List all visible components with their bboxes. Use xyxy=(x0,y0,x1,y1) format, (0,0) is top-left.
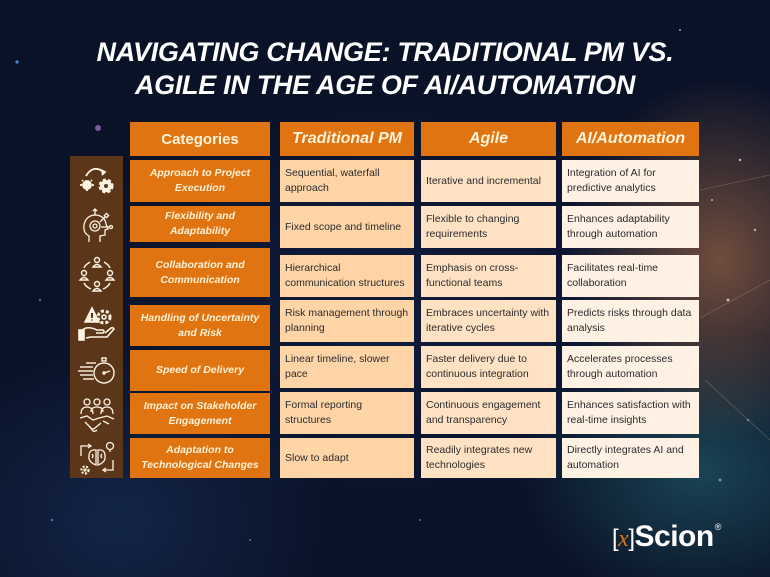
traditional-cell: Formal reporting structures xyxy=(280,392,414,434)
traditional-cell: Hierarchical communication structures xyxy=(280,255,414,297)
agile-cell: Embraces uncertainty with iterative cycl… xyxy=(421,300,556,342)
traditional-cell: Fixed scope and timeline xyxy=(280,206,414,248)
icon-panel xyxy=(70,156,123,478)
agile-cell: Readily integrates new technologies xyxy=(421,438,556,478)
risk-hand-icon xyxy=(70,302,123,346)
brain-cycle-icon xyxy=(70,438,123,478)
traditional-cell: Risk management through planning xyxy=(280,300,414,342)
category-cell: Flexibility and Adaptability xyxy=(130,206,270,242)
ai-cell: Enhances satisfaction with real-time ins… xyxy=(562,392,699,434)
title-line-2: AGILE IN THE AGE OF AI/AUTOMATION xyxy=(134,70,636,100)
idea-to-gear-icon xyxy=(70,158,123,202)
ai-cell: Accelerates processes through automation xyxy=(562,346,699,388)
header-traditional-pm: Traditional PM xyxy=(280,122,414,156)
xscion-logo: [ x ] Scion ® xyxy=(612,520,721,554)
stopwatch-speed-icon xyxy=(70,348,123,392)
category-cell: Adaptation to Technological Changes xyxy=(130,438,270,478)
ai-cell: Integration of AI for predictive analyti… xyxy=(562,160,699,202)
ai-cell: Directly integrates AI and automation xyxy=(562,438,699,478)
category-cell: Collaboration and Communication xyxy=(130,248,270,297)
category-cell: Speed of Delivery xyxy=(130,350,270,391)
header-agile: Agile xyxy=(421,122,556,156)
traditional-cell: Linear timeline, slower pace xyxy=(280,346,414,388)
head-gear-icon xyxy=(70,204,123,248)
page-title: NAVIGATING CHANGE: TRADITIONAL PM VS. AG… xyxy=(0,36,770,102)
header-categories: Categories xyxy=(130,122,270,156)
category-cell: Handling of Uncertainty and Risk xyxy=(130,305,270,346)
ai-cell: Predicts risks through data analysis xyxy=(562,300,699,342)
traditional-cell: Slow to adapt xyxy=(280,438,414,478)
handshake-people-icon xyxy=(70,394,123,438)
traditional-cell: Sequential, waterfall approach xyxy=(280,160,414,202)
agile-cell: Continuous engagement and transparency xyxy=(421,392,556,434)
category-cell: Approach to Project Execution xyxy=(130,160,270,202)
agile-cell: Emphasis on cross-functional teams xyxy=(421,255,556,297)
ai-cell: Facilitates real-time collaboration xyxy=(562,255,699,297)
title-line-1: NAVIGATING CHANGE: TRADITIONAL PM VS. xyxy=(96,37,674,67)
logo-name: Scion xyxy=(634,520,715,553)
agile-cell: Faster delivery due to continuous integr… xyxy=(421,346,556,388)
category-cell: Impact on Stakeholder Engagement xyxy=(130,393,270,434)
ai-cell: Enhances adaptability through automation xyxy=(562,206,699,248)
team-circle-icon xyxy=(70,250,123,298)
agile-cell: Flexible to changing requirements xyxy=(421,206,556,248)
agile-cell: Iterative and incremental xyxy=(421,160,556,202)
logo-x: x xyxy=(618,526,629,552)
header-ai-automation: AI/Automation xyxy=(562,122,699,156)
logo-registered-mark: ® xyxy=(714,522,722,532)
